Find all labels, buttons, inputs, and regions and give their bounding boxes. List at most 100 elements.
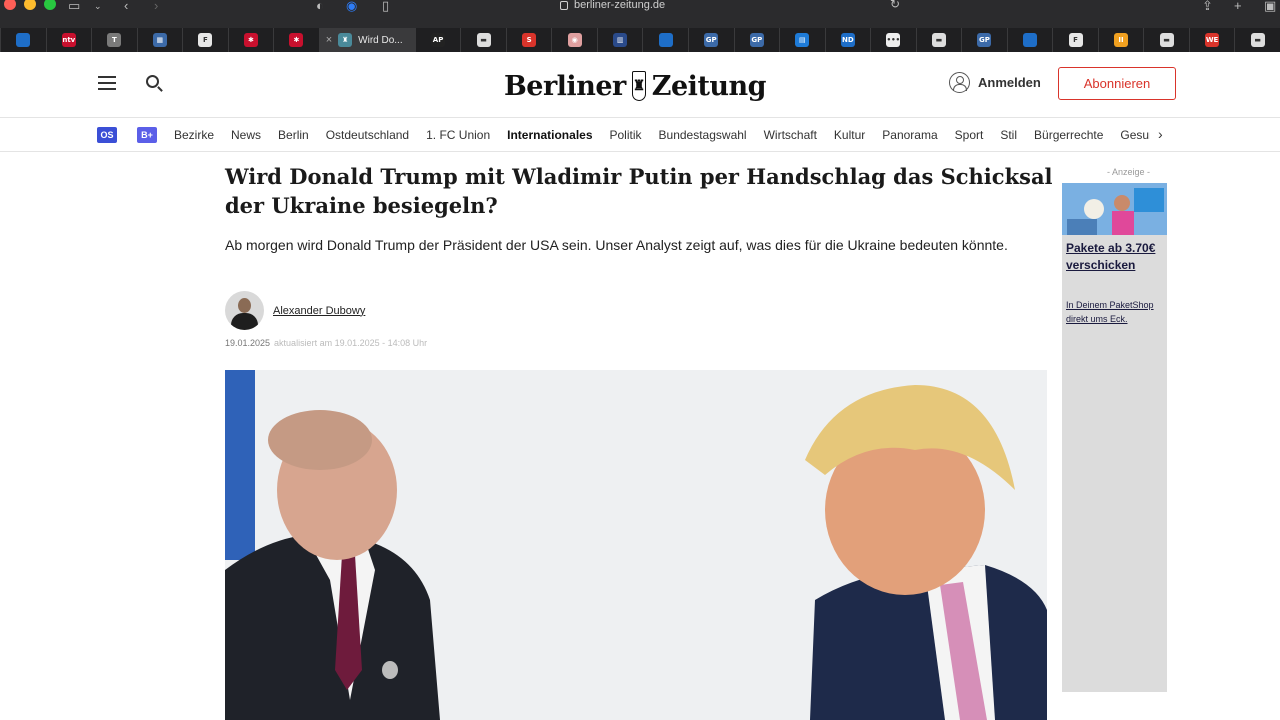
nav-item[interactable]: Gesundheit — [1120, 128, 1150, 142]
berlin-bear-icon: ✱ — [243, 33, 258, 47]
browser-tab[interactable]: ✱ — [273, 28, 319, 52]
dots-site-icon: ••• — [886, 33, 901, 47]
browser-tab[interactable]: ▬ — [1234, 28, 1280, 52]
news-app-icon — [16, 33, 31, 47]
gp-icon: GP — [977, 33, 992, 47]
logo-text-left: Berliner — [503, 70, 626, 102]
browser-tab[interactable]: ND — [824, 28, 871, 52]
browser-tab[interactable]: AP — [414, 28, 461, 52]
browser-tab[interactable]: ▬ — [915, 28, 962, 52]
nav-item[interactable]: Sport — [955, 128, 984, 142]
ad-banner[interactable]: Pakete ab 3.70€ verschicken In Deinem Pa… — [1062, 183, 1167, 692]
f-site-icon: F — [198, 33, 213, 47]
nav-item[interactable]: Politik — [610, 128, 642, 142]
browser-tab[interactable]: ▬ — [460, 28, 506, 52]
browser-tab[interactable]: F — [182, 28, 228, 52]
doc-site-icon: ▬ — [931, 33, 946, 47]
chevron-down-icon[interactable]: ⌄ — [94, 0, 102, 12]
browser-tab[interactable]: II — [1097, 28, 1144, 52]
author-avatar[interactable] — [225, 291, 264, 330]
share-icon[interactable]: ⇪ — [1202, 0, 1213, 12]
browser-tab[interactable]: ••• — [870, 28, 916, 52]
reload-icon[interactable]: ↻ — [890, 0, 900, 11]
reader-icon[interactable]: ▯ — [382, 0, 389, 12]
back-arrow-icon[interactable]: ‹ — [124, 0, 128, 12]
nav-item[interactable]: Wirtschaft — [764, 128, 817, 142]
author-link[interactable]: Alexander Dubowy — [273, 305, 365, 317]
nav-item[interactable]: Stil — [1000, 128, 1017, 142]
browser-tab[interactable]: WE — [1188, 28, 1235, 52]
browser-tab[interactable]: S — [505, 28, 552, 52]
ad-title[interactable]: Pakete ab 3.70€ verschicken — [1066, 240, 1166, 274]
nav-item[interactable]: News — [231, 128, 261, 142]
doc-site-icon: ▬ — [1250, 33, 1265, 47]
menu-icon[interactable] — [98, 76, 116, 90]
article-dates: 19.01.2025 aktualisiert am 19.01.2025 - … — [225, 338, 427, 348]
browser-title-bar: ▭ ⌄ ‹ › ◐ ◉ ▯ berliner-zeitung.de ↻ ⇪ + … — [0, 0, 1280, 28]
extension-icon[interactable]: ◉ — [346, 0, 357, 12]
chevron-right-icon[interactable]: › — [1158, 126, 1163, 142]
berliner-zeitung-favicon: ♜ — [338, 33, 353, 47]
s-site-icon: S — [522, 33, 537, 47]
os-badge[interactable]: OS — [97, 127, 117, 143]
minimize-window-button[interactable] — [24, 0, 36, 10]
close-window-button[interactable] — [4, 0, 16, 10]
nav-item[interactable]: Kultur — [834, 128, 865, 142]
nav-item[interactable]: Bürgerrechte — [1034, 128, 1103, 142]
updated-date: aktualisiert am 19.01.2025 - 14:08 Uhr — [274, 338, 428, 348]
browser-tab[interactable]: F — [1052, 28, 1098, 52]
browser-tab[interactable]: ▤ — [779, 28, 825, 52]
shield-icon[interactable]: ◐ — [316, 0, 324, 12]
plus-badge[interactable]: B+ — [137, 127, 157, 143]
nav-item[interactable]: Berlin — [278, 128, 309, 142]
site-header: Berliner ♜ Zeitung Anmelden Abonnieren — [0, 52, 1280, 118]
browser-tab[interactable]: GP — [961, 28, 1007, 52]
browser-tab[interactable] — [0, 28, 46, 52]
browser-tab[interactable]: ▦ — [136, 28, 183, 52]
browser-tab[interactable]: GP — [687, 28, 734, 52]
news-app-icon — [658, 33, 673, 47]
ad-text[interactable]: In Deinem PaketShop direkt ums Eck. — [1066, 299, 1166, 326]
zoom-window-button[interactable] — [44, 0, 56, 10]
search-icon[interactable] — [146, 75, 159, 88]
browser-tab[interactable]: T — [91, 28, 137, 52]
we-site-icon: WE — [1205, 33, 1220, 47]
sidebar-toggle-icon[interactable]: ▭ — [68, 0, 80, 12]
browser-tab[interactable]: ▥ — [596, 28, 643, 52]
article-photo — [225, 370, 1047, 720]
tab-strip: ntv T ▦ F ✱ ✱ × ♜ Wird Do... AP ▬ S ◉ ▥ GP GP ▤ ND ••• ▬ GP F… — [0, 28, 1280, 52]
nav-item[interactable]: Bezirke — [174, 128, 214, 142]
bank-site-icon: ▥ — [613, 33, 628, 47]
forward-arrow-icon[interactable]: › — [154, 0, 158, 12]
article-lead: Ab morgen wird Donald Trump der Präsiden… — [225, 237, 1008, 253]
nav-item[interactable]: Internationales — [507, 128, 592, 142]
t-site-icon: T — [107, 33, 122, 47]
nav-item[interactable]: 1. FC Union — [426, 128, 490, 142]
tab-overview-icon[interactable]: ▣ — [1264, 0, 1276, 12]
browser-tab[interactable]: ntv — [45, 28, 92, 52]
login-button[interactable]: Anmelden — [949, 72, 1041, 93]
url-text: berliner-zeitung.de — [574, 0, 666, 11]
tab-active[interactable]: × ♜ Wird Do... — [318, 28, 415, 52]
orange-circle-icon: II — [1114, 33, 1129, 47]
ad-image[interactable] — [1062, 183, 1167, 235]
nav-item[interactable]: Panorama — [882, 128, 937, 142]
browser-tab[interactable] — [1006, 28, 1053, 52]
ap-icon: AP — [431, 33, 446, 47]
browser-tab[interactable]: ◉ — [551, 28, 597, 52]
new-tab-plus-icon[interactable]: + — [1234, 0, 1242, 12]
browser-tab[interactable]: ▬ — [1143, 28, 1189, 52]
ntv-icon: ntv — [61, 33, 76, 47]
nav-item[interactable]: Ostdeutschland — [326, 128, 409, 142]
round-site-icon: ◉ — [567, 33, 582, 47]
subscribe-button[interactable]: Abonnieren — [1058, 67, 1176, 100]
site-logo[interactable]: Berliner ♜ Zeitung — [504, 66, 767, 106]
address-bar[interactable]: berliner-zeitung.de ↻ — [560, 0, 920, 14]
nav-item[interactable]: Bundestagswahl — [659, 128, 747, 142]
close-tab-icon[interactable]: × — [326, 34, 332, 46]
news-app-icon — [1022, 33, 1037, 47]
browser-tab[interactable]: GP — [733, 28, 780, 52]
browser-tab[interactable]: ✱ — [227, 28, 274, 52]
published-date: 19.01.2025 — [225, 338, 271, 348]
browser-tab[interactable] — [642, 28, 688, 52]
